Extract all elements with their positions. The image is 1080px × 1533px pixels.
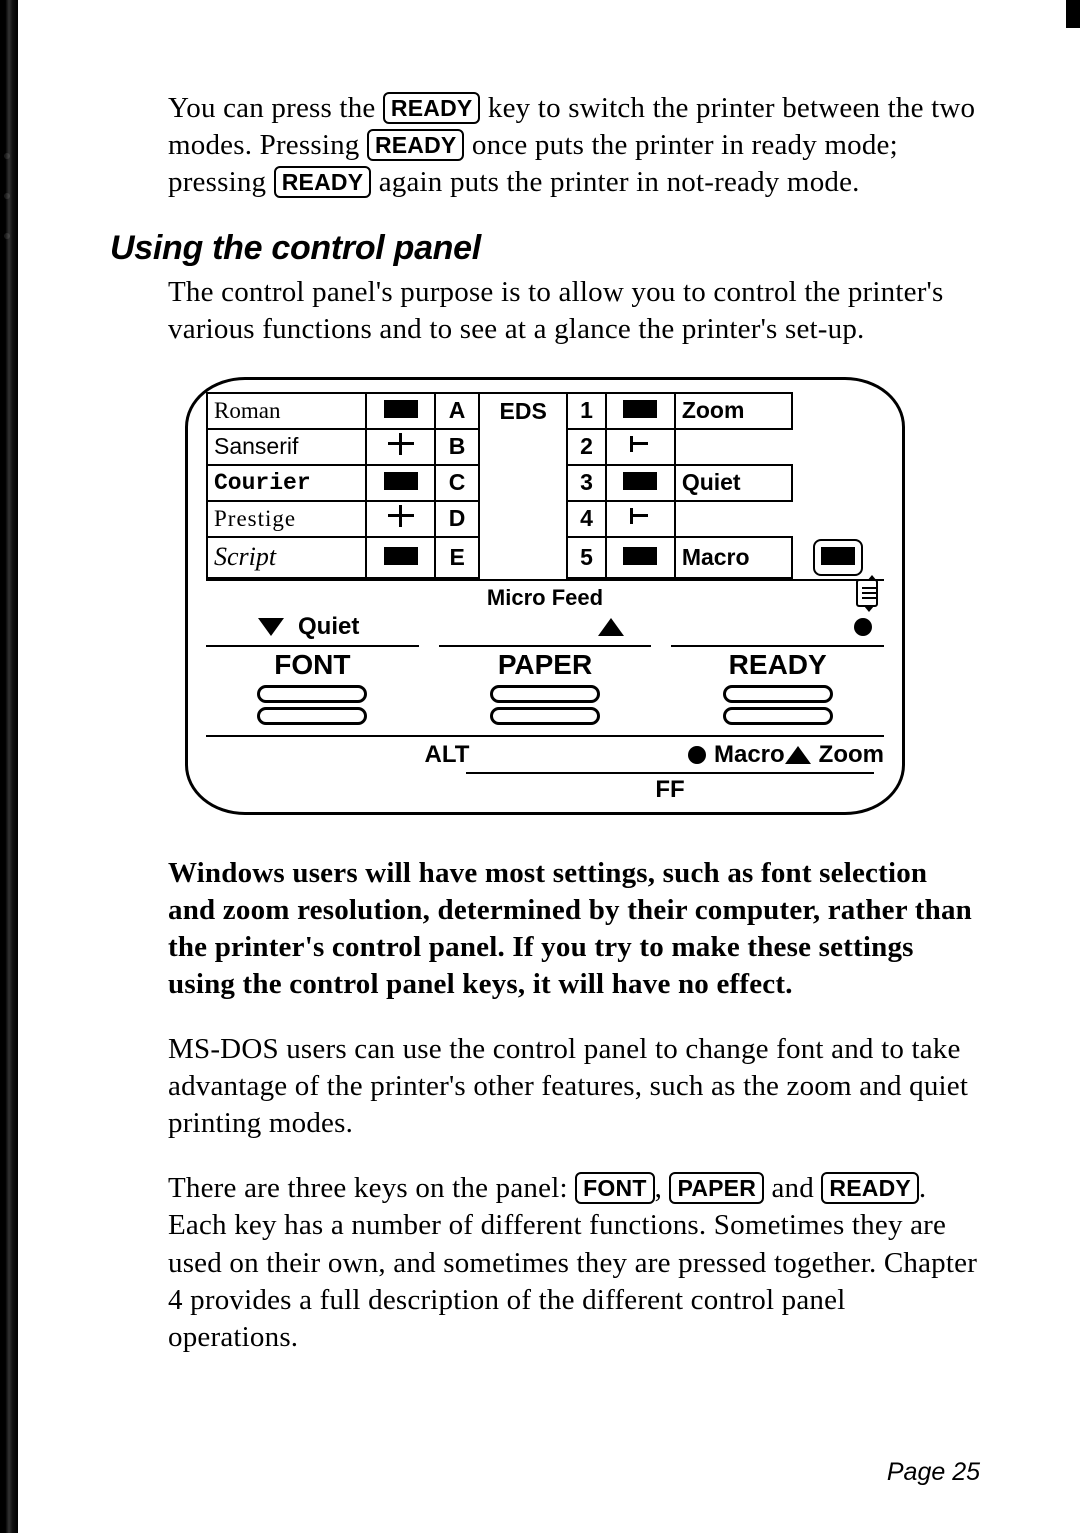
page-number: Page 25: [887, 1458, 980, 1487]
paragraph-msdos: MS-DOS users can use the control panel t…: [168, 1031, 980, 1142]
led-on-icon: [384, 472, 418, 490]
letter: D: [435, 501, 479, 537]
eds-label: EDS: [479, 393, 567, 429]
button-shape: [723, 707, 833, 725]
num: 1: [567, 393, 606, 429]
font-button-label: FONT: [206, 645, 419, 681]
led-on-icon: [623, 472, 657, 490]
text: There are three keys on the panel:: [168, 1172, 575, 1204]
led-on-icon: [384, 400, 418, 418]
font-script: Script: [207, 537, 366, 578]
ff-label: FF: [466, 772, 874, 804]
letter: B: [435, 429, 479, 465]
text: and: [771, 1172, 821, 1204]
arrow-row: Quiet: [206, 613, 884, 643]
letter: A: [449, 397, 466, 423]
num: 2: [567, 429, 606, 465]
num: 3: [567, 465, 606, 501]
alt-label: ALT: [206, 741, 688, 769]
num: 5: [567, 537, 606, 578]
keycap-ready: READY: [274, 166, 372, 198]
keycap-font: FONT: [575, 1172, 654, 1204]
keycap-ready: READY: [367, 129, 465, 161]
letter: E: [435, 537, 479, 578]
micro-feed-label: Micro Feed: [487, 585, 603, 610]
text: You can press the: [168, 92, 383, 124]
paragraph-ready-key: You can press the READY key to switch th…: [168, 90, 980, 201]
led-off-icon: [388, 433, 414, 455]
led-on-icon: [623, 547, 657, 565]
button-shape: [490, 707, 600, 725]
button-shape: [257, 685, 367, 703]
button-shape: [257, 707, 367, 725]
paper-feed-icon: [856, 579, 878, 607]
macro-label: Macro: [675, 537, 793, 578]
scan-binding-edge: [0, 0, 18, 1533]
quiet-label: Quiet: [675, 465, 793, 501]
indicator-grid: Roman A EDS 1 Zoom Sanserif B 2 Cour: [206, 392, 884, 579]
paragraph-windows-bold: Windows users will have most settings, s…: [168, 855, 980, 1003]
macro-row-label: Macro: [714, 741, 785, 769]
ready-button-label: READY: [671, 645, 884, 681]
led-on-icon: [623, 400, 657, 418]
button-row: FONT PAPER READY: [206, 645, 884, 729]
font-courier: Courier: [207, 465, 366, 501]
button-shape: [490, 685, 600, 703]
dot-icon: [688, 746, 706, 764]
num: 4: [567, 501, 606, 537]
triangle-up-icon: [598, 618, 624, 636]
dot-icon: [854, 618, 872, 636]
macro-led-box: [813, 539, 863, 576]
heading-using-control-panel: Using the control panel: [110, 229, 980, 268]
paragraph-purpose: The control panel's purpose is to allow …: [168, 274, 980, 348]
zoom-label: Zoom: [675, 393, 793, 429]
text: ,: [655, 1172, 670, 1204]
led-on-icon: [384, 547, 418, 565]
paragraph-three-keys: There are three keys on the panel: FONT,…: [168, 1170, 980, 1356]
paper-button-label: PAPER: [439, 645, 652, 681]
font-prestige: Prestige: [207, 501, 366, 537]
led-half-icon: [630, 505, 650, 527]
zoom-row-label: Zoom: [819, 741, 884, 769]
text: again puts the printer in not-ready mode…: [379, 166, 860, 198]
micro-feed-row: Micro Feed: [206, 579, 884, 613]
button-shape: [723, 685, 833, 703]
triangle-down-icon: [258, 618, 284, 636]
led-half-icon: [630, 433, 650, 455]
font-roman: Roman: [207, 393, 366, 429]
control-panel-diagram: Roman A EDS 1 Zoom Sanserif B 2 Cour: [185, 377, 905, 815]
alt-row: ALT Macro Zoom: [206, 735, 884, 769]
letter: C: [435, 465, 479, 501]
font-sanserif: Sanserif: [207, 429, 366, 465]
scan-mark: [1066, 0, 1080, 28]
keycap-paper: PAPER: [669, 1172, 764, 1204]
keycap-ready: READY: [821, 1172, 919, 1204]
led-off-icon: [388, 505, 414, 527]
triangle-up-icon: [785, 746, 811, 764]
keycap-ready: READY: [383, 92, 481, 124]
quiet-row-label: Quiet: [298, 613, 359, 641]
